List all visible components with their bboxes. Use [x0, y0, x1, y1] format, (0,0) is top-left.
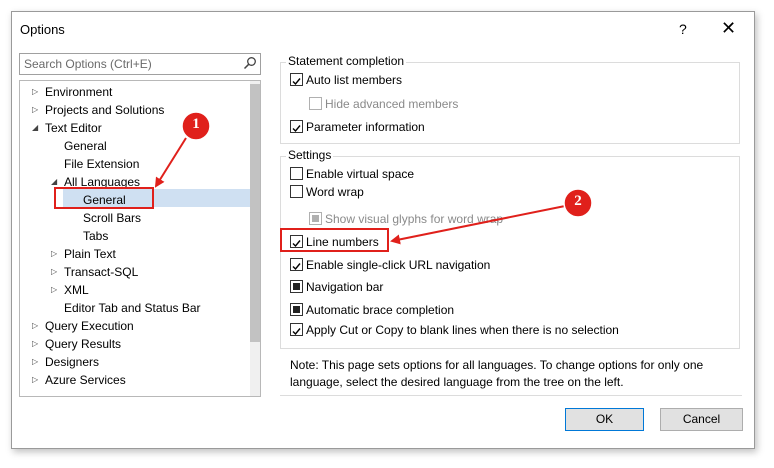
collapsed-arrow-icon[interactable]: ▷: [32, 371, 38, 389]
options-tree[interactable]: ▷ Environment ▷ Projects and Solutions ◢ Te…: [19, 80, 261, 397]
hide-advanced-members-label: Hide advanced members: [325, 97, 459, 111]
cut-copy-label: Apply Cut or Copy to blank lines when th…: [306, 323, 619, 337]
options-dialog: Options ? ✕ Search Options (Ctrl+E) ▷ Env…: [11, 11, 755, 449]
virtual-space-checkbox[interactable]: [290, 167, 303, 180]
search-placeholder: Search Options (Ctrl+E): [24, 57, 152, 71]
collapsed-arrow-icon[interactable]: ▷: [51, 263, 57, 281]
virtual-space-label: Enable virtual space: [306, 167, 415, 181]
visual-glyphs-label: Show visual glyphs for word wrap: [325, 212, 504, 226]
dialog-title: Options: [20, 22, 65, 37]
cut-copy-checkbox[interactable]: [290, 323, 303, 336]
brace-completion-label: Automatic brace completion: [306, 303, 455, 317]
tree-scrollbar[interactable]: [250, 81, 260, 396]
collapsed-arrow-icon[interactable]: ▷: [32, 317, 38, 335]
parameter-information-checkbox[interactable]: [290, 120, 303, 133]
tree-item-scroll-bars[interactable]: Scroll Bars: [83, 209, 141, 227]
auto-list-members-label: Auto list members: [306, 73, 403, 87]
brace-completion-checkbox[interactable]: [290, 303, 303, 316]
scrollbar-thumb[interactable]: [250, 84, 260, 342]
search-icon[interactable]: [243, 56, 257, 70]
tree-item-file-extension[interactable]: File Extension: [64, 155, 139, 173]
word-wrap-checkbox[interactable]: [290, 185, 303, 198]
single-click-url-checkbox[interactable]: [290, 258, 303, 271]
collapsed-arrow-icon[interactable]: ▷: [51, 245, 57, 263]
collapsed-arrow-icon[interactable]: ▷: [32, 353, 38, 371]
badge-1-label: 1: [192, 116, 200, 132]
cancel-button[interactable]: Cancel: [660, 408, 743, 431]
tree-item-general-selected[interactable]: General: [83, 191, 126, 209]
line-numbers-label: Line numbers: [306, 235, 379, 249]
title-bar: Options ? ✕: [12, 12, 754, 46]
search-input[interactable]: Search Options (Ctrl+E): [19, 53, 261, 75]
expanded-arrow-icon[interactable]: ◢: [51, 173, 57, 191]
tree-item-editor-tab-status-bar[interactable]: Editor Tab and Status Bar: [64, 299, 201, 317]
auto-list-members-checkbox[interactable]: [290, 73, 303, 86]
check-icon: [292, 125, 301, 133]
navigation-bar-label: Navigation bar: [306, 280, 384, 294]
check-icon: [292, 328, 301, 336]
collapsed-arrow-icon[interactable]: ▷: [32, 335, 38, 353]
badge-2-label: 2: [574, 193, 582, 209]
statement-completion-title: Statement completion: [286, 54, 407, 68]
visual-glyphs-checkbox[interactable]: [309, 212, 322, 225]
check-icon: [292, 240, 301, 248]
separator: [280, 395, 742, 396]
tree-item-tabs[interactable]: Tabs: [83, 227, 108, 245]
check-icon: [292, 263, 301, 271]
parameter-information-label: Parameter information: [306, 120, 425, 134]
expanded-arrow-icon[interactable]: ◢: [32, 119, 38, 137]
note-text: Note: This page sets options for all lan…: [290, 358, 704, 389]
tree-item-general[interactable]: General: [64, 137, 107, 155]
help-button[interactable]: ?: [679, 21, 687, 37]
check-icon: [292, 78, 301, 86]
hide-advanced-members-checkbox[interactable]: [309, 97, 322, 110]
collapsed-arrow-icon[interactable]: ▷: [51, 281, 57, 299]
single-click-url-label: Enable single-click URL navigation: [306, 258, 491, 272]
navigation-bar-checkbox[interactable]: [290, 280, 303, 293]
word-wrap-label: Word wrap: [306, 185, 364, 199]
collapsed-arrow-icon[interactable]: ▷: [32, 83, 38, 101]
ok-button[interactable]: OK: [565, 408, 644, 431]
line-numbers-checkbox[interactable]: [290, 235, 303, 248]
collapsed-arrow-icon[interactable]: ▷: [32, 101, 38, 119]
settings-title: Settings: [286, 148, 334, 162]
close-button[interactable]: ✕: [721, 18, 736, 39]
